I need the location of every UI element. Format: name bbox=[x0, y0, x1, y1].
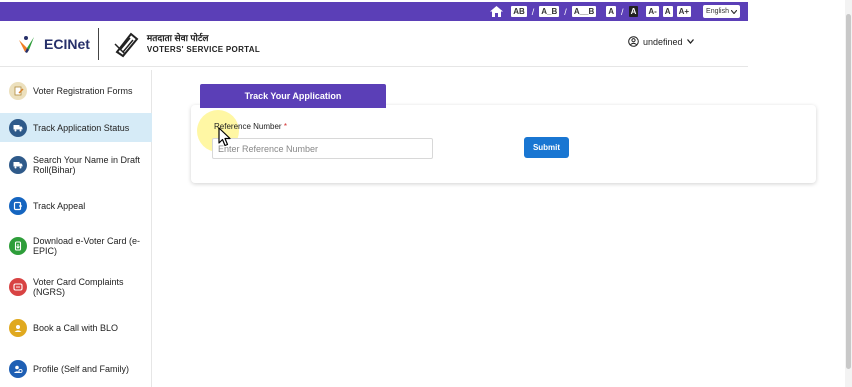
text-size-decrease[interactable]: A- bbox=[646, 6, 659, 17]
sidebar-item-label: Track Appeal bbox=[33, 201, 86, 211]
sidebar-item-label: Book a Call with BLO bbox=[33, 323, 119, 333]
user-icon bbox=[628, 36, 639, 47]
sidebar-item-voter-registration-forms[interactable]: Voter Registration Forms bbox=[0, 80, 152, 102]
eci-emblem-icon bbox=[114, 32, 139, 57]
truck-icon bbox=[9, 156, 27, 174]
separator: / bbox=[621, 6, 624, 17]
chevron-down-icon bbox=[731, 9, 737, 14]
separator: / bbox=[564, 6, 567, 17]
language-select[interactable]: English bbox=[703, 5, 740, 18]
submit-button[interactable]: Submit bbox=[524, 137, 569, 158]
portal-title-english: VOTERS' SERVICE PORTAL bbox=[146, 44, 261, 54]
tab-track-your-application[interactable]: Track Your Application bbox=[200, 84, 386, 108]
sidebar-item-label: Track Application Status bbox=[33, 122, 130, 133]
separator: / bbox=[531, 6, 535, 17]
user-name: undefined bbox=[643, 36, 683, 47]
site-header: ECINet मतदाता सेवा पोर्टल VOTERS' SERVIC… bbox=[0, 21, 748, 67]
contrast-dark[interactable]: A bbox=[628, 6, 639, 17]
truck-icon bbox=[9, 118, 27, 137]
sidebar-item-label: Download e-Voter Card (e-EPIC) bbox=[33, 236, 141, 256]
appeal-icon bbox=[9, 197, 27, 215]
sidebar-item-voter-card-complaints[interactable]: Voter Card Complaints (NGRS) bbox=[0, 274, 152, 300]
accessibility-bar: AB / A_B / A__B A / A A- A A+ English bbox=[0, 2, 748, 21]
sidebar-item-track-appeal[interactable]: Track Appeal bbox=[0, 196, 152, 216]
chevron-down-icon bbox=[686, 39, 694, 44]
profile-icon bbox=[9, 360, 27, 378]
download-icon bbox=[9, 237, 27, 255]
sidebar-item-download-e-voter-card[interactable]: Download e-Voter Card (e-EPIC) bbox=[0, 233, 152, 259]
sidebar-item-label: Profile (Self and Family) bbox=[33, 364, 130, 374]
forms-icon bbox=[9, 82, 27, 100]
font-option-3[interactable]: A__B bbox=[571, 6, 597, 17]
sidebar-item-track-application-status[interactable]: Track Application Status bbox=[0, 113, 152, 142]
reference-number-input[interactable] bbox=[212, 138, 433, 159]
sidebar-item-book-call-blo[interactable]: Book a Call with BLO bbox=[0, 318, 152, 338]
home-icon[interactable] bbox=[489, 6, 503, 18]
font-option-1[interactable]: AB bbox=[511, 6, 527, 17]
sidebar-item-label: Search Your Name in Draft Roll(Bihar) bbox=[33, 155, 141, 175]
portal-title: मतदाता सेवा पोर्टल VOTERS' SERVICE PORTA… bbox=[147, 33, 260, 55]
scrollbar-thumb[interactable] bbox=[846, 14, 851, 369]
mouse-pointer-icon bbox=[218, 127, 231, 147]
sidebar-item-label: Voter Registration Forms bbox=[33, 86, 133, 96]
ecinet-logo[interactable]: ECINet bbox=[16, 34, 90, 54]
contrast-normal[interactable]: A bbox=[606, 6, 617, 17]
phone-icon bbox=[9, 319, 27, 337]
brand-name: ECINet bbox=[44, 35, 90, 52]
language-value: English bbox=[706, 8, 729, 15]
complaint-icon bbox=[9, 278, 27, 296]
sidebar-item-profile[interactable]: Profile (Self and Family) bbox=[0, 359, 152, 379]
ecinet-mark-icon bbox=[19, 35, 34, 53]
sidebar-item-search-name-draft-roll[interactable]: Search Your Name in Draft Roll(Bihar) bbox=[0, 152, 152, 178]
sidebar-item-label: Voter Card Complaints (NGRS) bbox=[33, 277, 124, 297]
header-divider bbox=[97, 27, 99, 60]
user-menu[interactable]: undefined bbox=[628, 36, 694, 47]
text-size-increase[interactable]: A+ bbox=[676, 6, 692, 17]
font-option-2[interactable]: A_B bbox=[539, 6, 560, 17]
required-marker: * bbox=[283, 122, 287, 131]
text-size-normal[interactable]: A bbox=[662, 6, 673, 17]
portal-title-hindi: मतदाता सेवा पोर्टल bbox=[146, 32, 209, 43]
